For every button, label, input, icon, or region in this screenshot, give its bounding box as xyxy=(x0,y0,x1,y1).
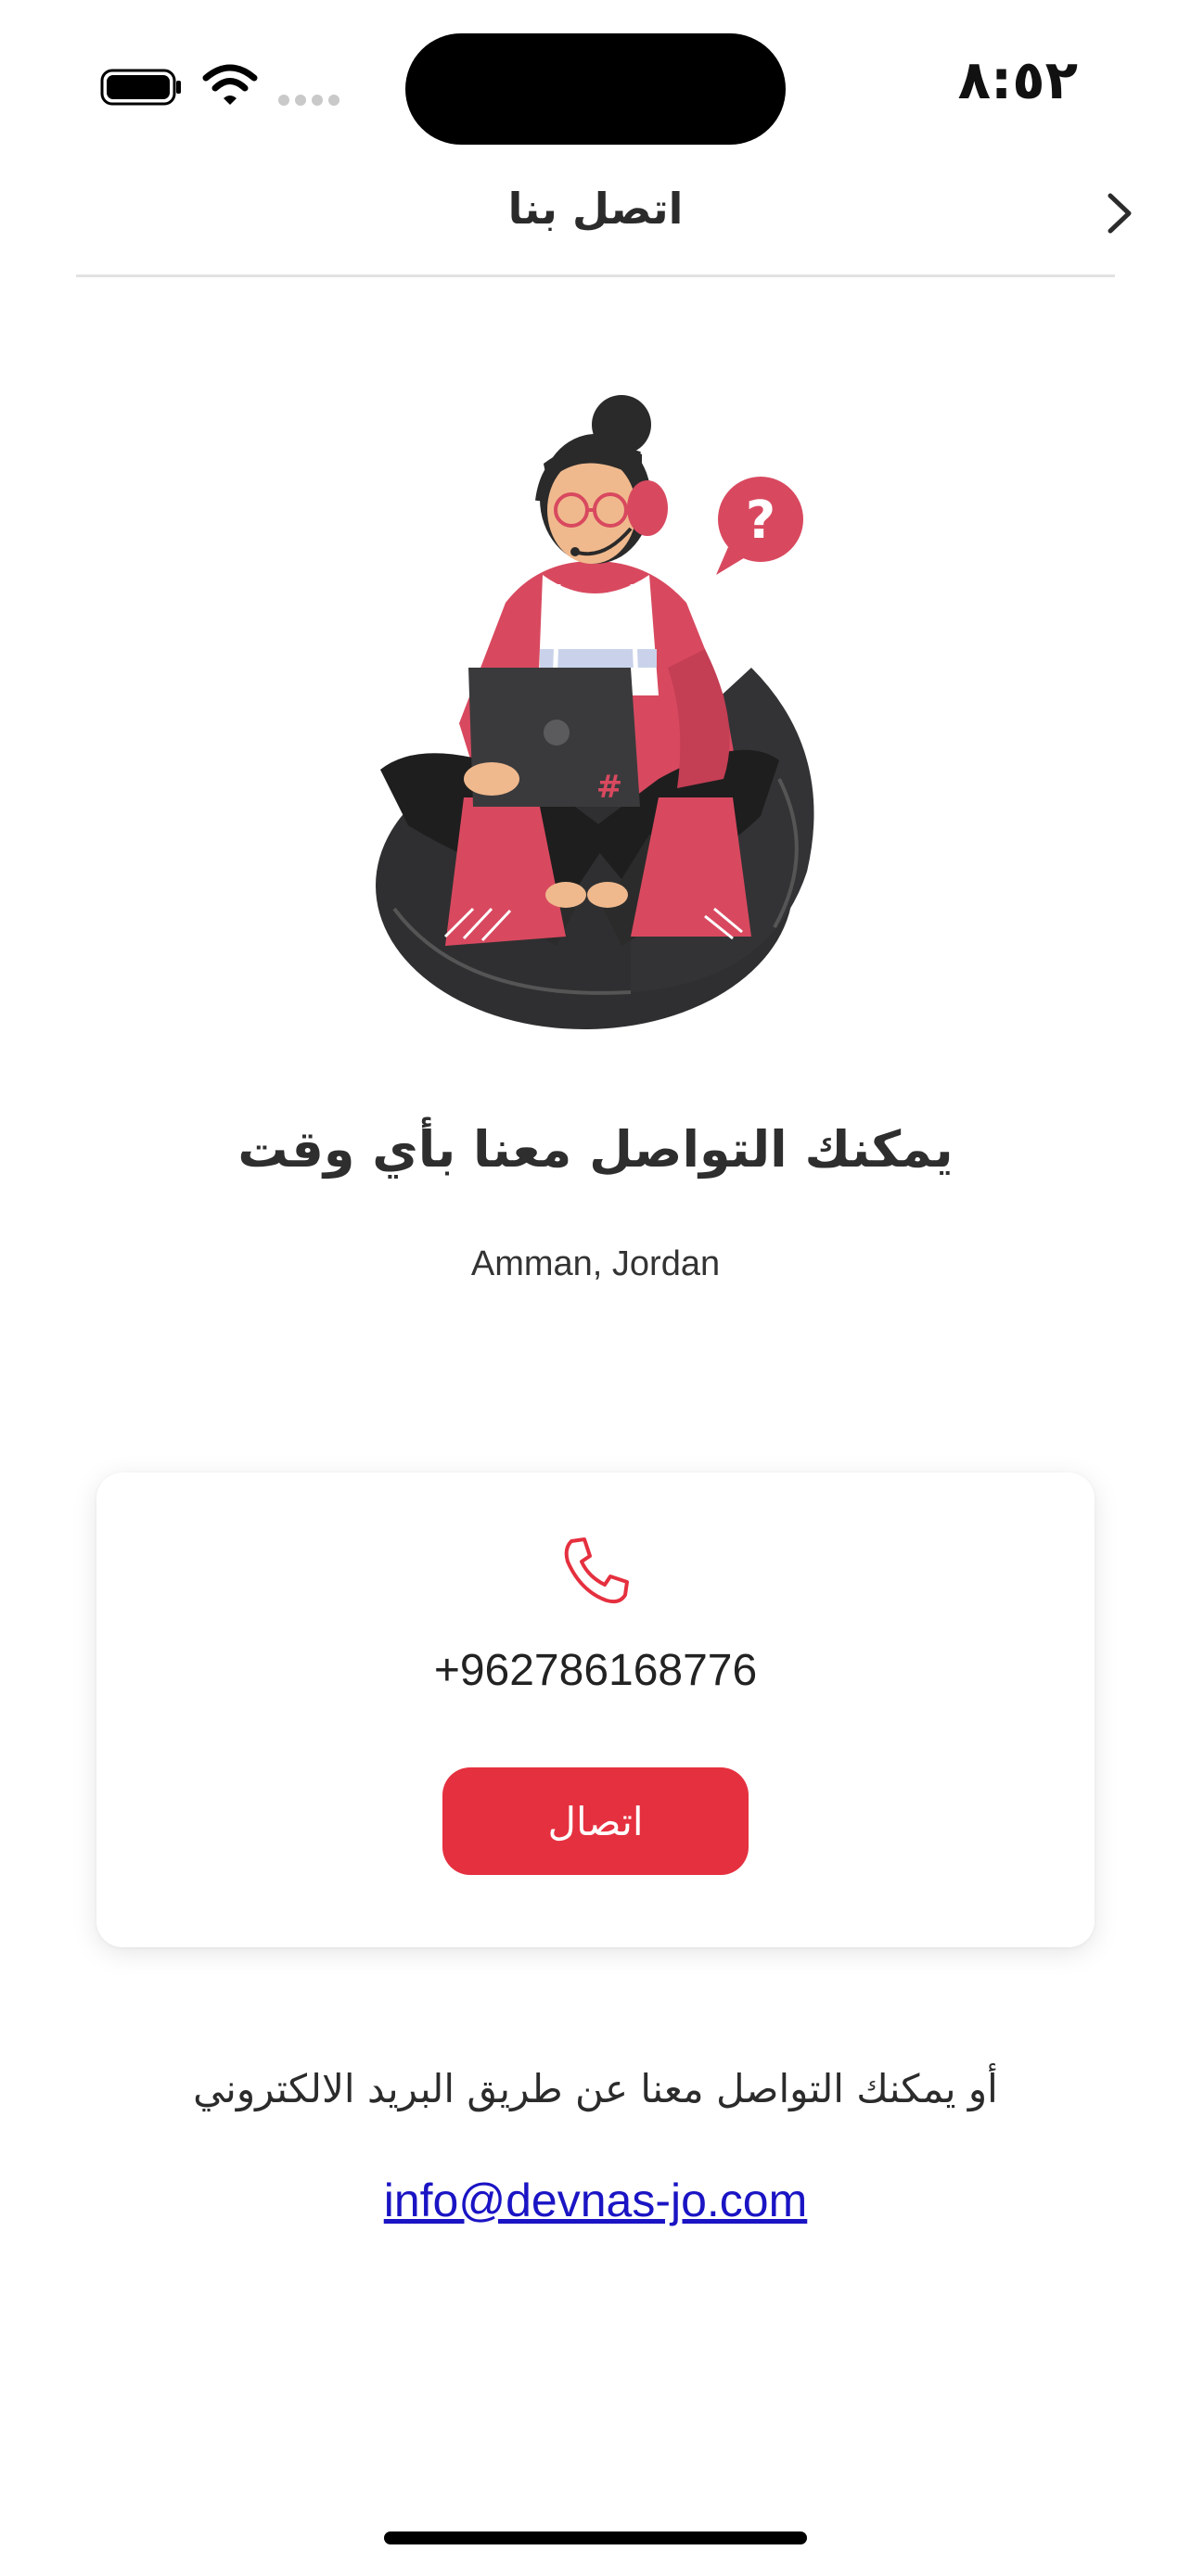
nav-divider xyxy=(76,274,1115,277)
phone-number[interactable]: +962786168776 xyxy=(96,1645,1095,1696)
signal-icon xyxy=(278,95,339,106)
page-title: اتصل بنا xyxy=(507,184,684,234)
phone-icon xyxy=(564,1537,629,1604)
svg-text:?: ? xyxy=(746,491,775,551)
dynamic-island xyxy=(405,33,786,145)
contact-us-screen: ٨:٥٢ اتصل بنا ? # يمكنك التواصل معنا بأي… xyxy=(0,0,1191,2576)
status-time: ٨:٥٢ xyxy=(957,48,1078,111)
contact-card: +962786168776 اتصال xyxy=(96,1473,1095,1947)
support-agent-illustration: ? # xyxy=(376,395,814,1029)
email-caption: أو يمكنك التواصل معنا عن طريق البريد الا… xyxy=(193,2066,998,2111)
headline: يمكنك التواصل معنا بأي وقت xyxy=(237,1120,954,1179)
home-indicator[interactable] xyxy=(384,2531,807,2544)
location-text: Amman, Jordan xyxy=(470,1244,721,1283)
email-link[interactable]: info@devnas-jo.com xyxy=(0,2174,1191,2227)
back-button[interactable] xyxy=(1096,185,1143,241)
call-button[interactable]: اتصال xyxy=(442,1767,749,1875)
wifi-icon xyxy=(202,64,258,105)
battery-icon xyxy=(100,69,181,106)
chevron-right-icon xyxy=(1108,193,1132,234)
svg-text:#: # xyxy=(596,769,623,806)
